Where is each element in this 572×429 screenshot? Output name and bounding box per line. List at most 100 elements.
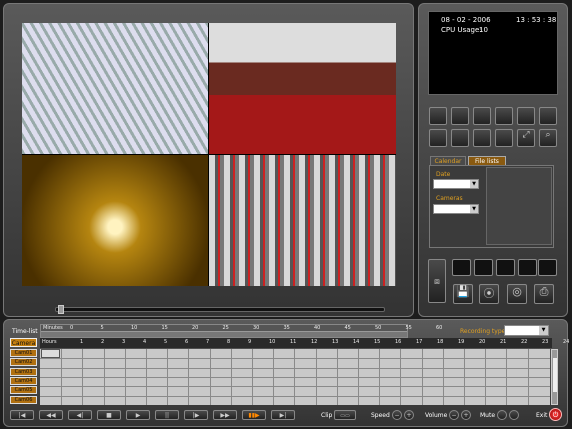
speed-down-button[interactable]: − [392, 410, 402, 420]
camera-row-label[interactable]: Cam06 [10, 395, 37, 404]
camera-view-1[interactable] [22, 23, 208, 154]
speed-up-button[interactable]: + [404, 410, 414, 420]
minus-icon: − [451, 412, 457, 419]
fast-forward-button[interactable]: ▶▶ [213, 410, 237, 420]
transport-bar: |◀ ◀◀ ◀| ■ ▶ || |▶ ▶▶ ▮▮▶ ▶| [10, 410, 300, 422]
time-list-label: Time-list [12, 328, 38, 335]
layout-8-button[interactable] [495, 107, 513, 125]
layout-4-button[interactable] [451, 107, 469, 125]
slot-button-4[interactable] [518, 259, 537, 276]
network-button[interactable]: ⧈ [428, 259, 446, 303]
status-date: 08 - 02 - 2006 [441, 16, 491, 24]
floppy-icon: 💾 [456, 285, 470, 298]
status-display: 08 - 02 - 2006 13 : 53 : 38 CPU Usage: 1… [428, 11, 558, 95]
camera-icon: ⦿ [483, 287, 495, 300]
fast-rewind-button[interactable]: ◀◀ [39, 410, 63, 420]
camera-row-label[interactable]: Cam01 [10, 349, 37, 357]
hour-tick: 13 [332, 339, 339, 345]
go-end-button[interactable]: ▶| [271, 410, 295, 420]
timeline-grid[interactable] [40, 349, 550, 405]
camera-row-label[interactable]: Cam03 [10, 367, 37, 376]
layout-9-button[interactable] [517, 107, 535, 125]
stop-button[interactable]: ■ [97, 410, 121, 420]
timeline-cursor[interactable] [41, 349, 60, 358]
date-dropdown[interactable]: ▼ [433, 179, 479, 189]
mute-off-button[interactable] [509, 410, 519, 420]
layout-6-button[interactable] [473, 107, 491, 125]
tab-calendar[interactable]: Calendar [430, 156, 466, 165]
volume-up-button[interactable]: + [461, 410, 471, 420]
camera-header-label: Camera [11, 340, 36, 347]
mute-label: Mute [480, 412, 496, 419]
go-start-button[interactable]: |◀ [10, 410, 34, 420]
slot-button-2[interactable] [474, 259, 493, 276]
chevron-down-icon: ▼ [470, 180, 478, 188]
fast-play-button[interactable]: ▮▮▶ [242, 410, 266, 420]
skip-forward-icon: ▶| [279, 412, 287, 419]
layout-13-button[interactable] [429, 129, 447, 147]
seek-handle[interactable] [58, 305, 64, 314]
camera-row-label[interactable]: Cam04 [10, 376, 37, 385]
slot-button-3[interactable] [496, 259, 515, 276]
hour-tick: 6 [185, 339, 189, 345]
cameras-dropdown[interactable]: ▼ [433, 204, 479, 214]
hour-tick: 14 [353, 339, 360, 345]
pause-button[interactable]: || [155, 410, 179, 420]
minutes-ruler[interactable]: Minutes 0 5 10 15 20 25 30 35 40 45 50 55 60 [40, 324, 442, 338]
layout-16-button[interactable] [451, 129, 469, 147]
cameras-label: Cameras [436, 195, 463, 202]
hour-tick: 18 [437, 339, 444, 345]
recording-type-dropdown[interactable]: ▼ [504, 325, 549, 336]
layout-25-button[interactable] [473, 129, 491, 147]
grid-row-line [40, 376, 550, 378]
camera-row-label[interactable]: Cam05 [10, 386, 37, 395]
step-forward-button[interactable]: |▶ [184, 410, 208, 420]
camera-view-4[interactable] [209, 155, 396, 286]
grid-row-line [40, 386, 550, 388]
hour-tick: 5 [164, 339, 168, 345]
mute-on-button[interactable] [497, 410, 507, 420]
zoom-in-button[interactable]: ⌕ [539, 129, 557, 147]
recording-type-label: Recording type [460, 328, 506, 335]
slot-button-5[interactable] [538, 259, 557, 276]
step-back-icon: ◀| [76, 412, 84, 419]
camera-row-label[interactable]: Cam02 [10, 358, 37, 367]
layout-10-button[interactable] [539, 107, 557, 125]
video-seek-bar[interactable] [55, 307, 385, 312]
video-grid [22, 23, 396, 286]
date-label: Date [436, 171, 451, 178]
play-icon: ▶ [135, 412, 141, 419]
play-button[interactable]: ▶ [126, 410, 150, 420]
volume-down-button[interactable]: − [449, 410, 459, 420]
minutes-scroll-track[interactable] [41, 331, 407, 337]
camera-view-2[interactable] [209, 23, 396, 154]
layout-1-button[interactable] [429, 107, 447, 125]
snapshot-button[interactable]: ⦿ [479, 284, 499, 304]
slot-button-1[interactable] [452, 259, 471, 276]
file-list-area[interactable] [486, 167, 552, 245]
tab-file-lists[interactable]: File lists [468, 156, 506, 165]
fullscreen-button[interactable]: ⤢ [517, 129, 535, 147]
forward-icon: ▶▶ [220, 412, 230, 419]
hour-tick: 8 [227, 339, 231, 345]
layout-grid-button[interactable] [495, 129, 513, 147]
disc-icon: ◎ [512, 285, 522, 298]
hour-tick: 15 [374, 339, 381, 345]
hour-tick: 24 [563, 339, 570, 345]
print-button[interactable]: ⎙ [534, 284, 554, 304]
hour-tick: 12 [311, 339, 318, 345]
hour-tick: 21 [500, 339, 507, 345]
backup-button[interactable]: ◎ [507, 284, 527, 304]
tab-file-lists-label: File lists [475, 158, 499, 165]
speed-label: Speed [371, 412, 390, 419]
camera-view-3[interactable] [22, 155, 208, 286]
hour-tick: 7 [206, 339, 210, 345]
step-back-button[interactable]: ◀| [68, 410, 92, 420]
timeline-scrollbar[interactable] [551, 349, 558, 405]
exit-button[interactable]: ⏻ [549, 408, 562, 421]
skip-back-icon: |◀ [18, 412, 26, 419]
scrollbar-thumb[interactable] [553, 358, 557, 392]
clip-button[interactable]: ▭▭ [334, 410, 356, 420]
save-button[interactable]: 💾 [453, 284, 473, 304]
step-forward-icon: |▶ [192, 412, 200, 419]
